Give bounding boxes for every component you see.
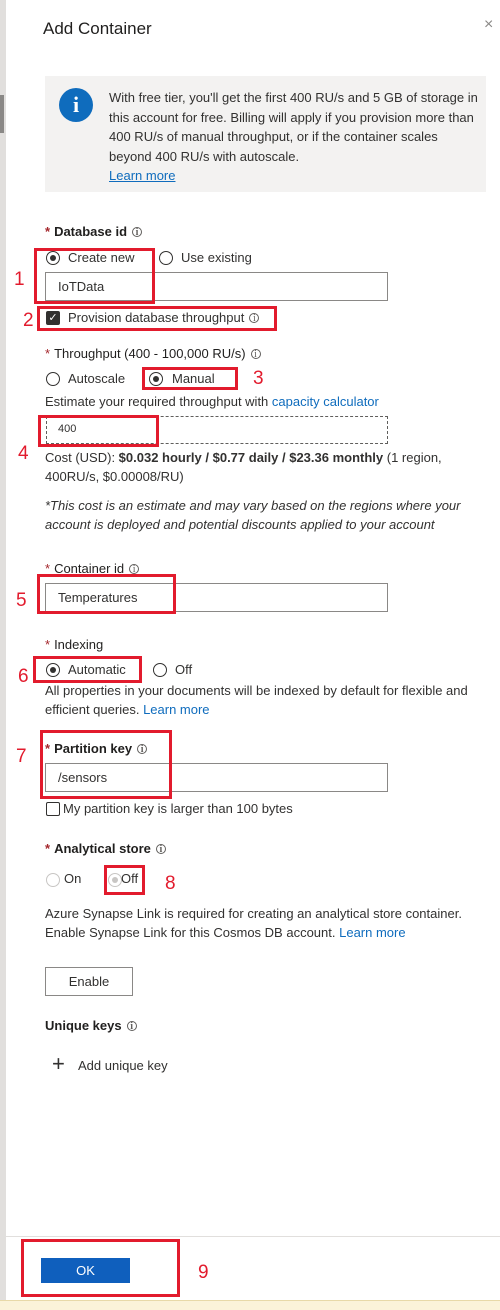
annotation-number-5: 5 [16, 590, 27, 611]
cost-disclaimer: *This cost is an estimate and may vary b… [45, 498, 461, 532]
add-unique-key-button[interactable]: Add unique key [78, 1058, 168, 1073]
database-id-label-text: Database id [54, 224, 128, 239]
annotation-number-6: 6 [18, 666, 29, 687]
annotation-box-7 [40, 730, 172, 799]
unique-keys-label-text: Unique keys [45, 1018, 122, 1033]
indexing-label: * Indexing [45, 637, 104, 652]
throughput-label-text: Throughput (400 - 100,000 RU/s) [54, 346, 246, 361]
use-existing-label: Use existing [181, 250, 252, 265]
cost-values: $0.032 hourly / $0.77 daily / $23.36 mon… [118, 450, 384, 465]
info-text: With free tier, you'll get the first 400… [109, 88, 479, 186]
synapse-learn-more-link[interactable]: Learn more [339, 925, 405, 940]
indexing-description-text: All properties in your documents will be… [45, 683, 468, 717]
add-icon[interactable]: + [52, 1053, 65, 1075]
large-partition-key-checkbox[interactable] [46, 802, 60, 816]
info-hint-icon: i [129, 564, 140, 575]
annotation-number-3: 3 [253, 368, 264, 389]
analytical-store-label: * Analytical store i [45, 841, 166, 856]
info-message: With free tier, you'll get the first 400… [109, 90, 478, 164]
large-partition-key-label: My partition key is larger than 100 byte… [63, 801, 293, 816]
annotation-box-3 [142, 367, 238, 390]
unique-keys-label: Unique keys i [45, 1018, 137, 1033]
notification-strip [0, 1300, 500, 1310]
database-id-label: * Database id i [45, 224, 143, 239]
annotation-box-5 [37, 574, 176, 614]
indexing-off-radio[interactable] [153, 663, 167, 677]
autoscale-radio[interactable] [46, 372, 60, 386]
cost-estimate: Cost (USD): $0.032 hourly / $0.77 daily … [45, 448, 475, 486]
annotation-box-9 [21, 1239, 180, 1297]
throughput-label: * Throughput (400 - 100,000 RU/s) i [45, 346, 261, 361]
footer-divider [6, 1236, 500, 1237]
indexing-learn-more-link[interactable]: Learn more [143, 702, 209, 717]
annotation-number-8: 8 [165, 873, 176, 894]
panel-title: Add Container [43, 19, 152, 38]
background-mark [0, 95, 4, 133]
indexing-description: All properties in your documents will be… [45, 681, 485, 719]
analytical-on-radio[interactable] [46, 873, 60, 887]
use-existing-radio[interactable] [159, 251, 173, 265]
cost-prefix: Cost (USD): [45, 450, 119, 465]
annotation-number-7: 7 [16, 746, 27, 767]
info-hint-icon: i [155, 844, 166, 855]
analytical-store-label-text: Analytical store [54, 841, 151, 856]
annotation-number-1: 1 [14, 269, 25, 290]
annotation-number-9: 9 [198, 1262, 209, 1283]
info-learn-more-link[interactable]: Learn more [109, 168, 175, 183]
enable-button[interactable]: Enable [45, 967, 133, 996]
free-tier-info-banner: i With free tier, you'll get the first 4… [45, 76, 486, 192]
synapse-link-description: Azure Synapse Link is required for creat… [45, 904, 465, 942]
annotation-box-2 [37, 306, 277, 331]
close-icon[interactable]: × [484, 16, 493, 34]
annotation-box-4 [38, 415, 159, 447]
indexing-off-label: Off [175, 662, 193, 677]
info-hint-icon: i [132, 227, 143, 238]
info-hint-icon: i [250, 349, 261, 360]
annotation-box-8 [104, 865, 145, 895]
annotation-box-1 [34, 248, 155, 304]
capacity-calculator-link[interactable]: capacity calculator [272, 394, 379, 409]
analytical-on-label: On [64, 871, 82, 886]
autoscale-label: Autoscale [68, 371, 126, 386]
annotation-number-4: 4 [18, 443, 29, 464]
annotation-number-2: 2 [23, 310, 34, 331]
info-hint-icon: i [126, 1021, 137, 1032]
indexing-label-text: Indexing [54, 637, 104, 652]
info-icon: i [59, 88, 93, 122]
estimate-label: Estimate your required throughput with [45, 394, 269, 409]
estimate-text: Estimate your required throughput with c… [45, 394, 379, 409]
annotation-box-6 [33, 656, 142, 683]
